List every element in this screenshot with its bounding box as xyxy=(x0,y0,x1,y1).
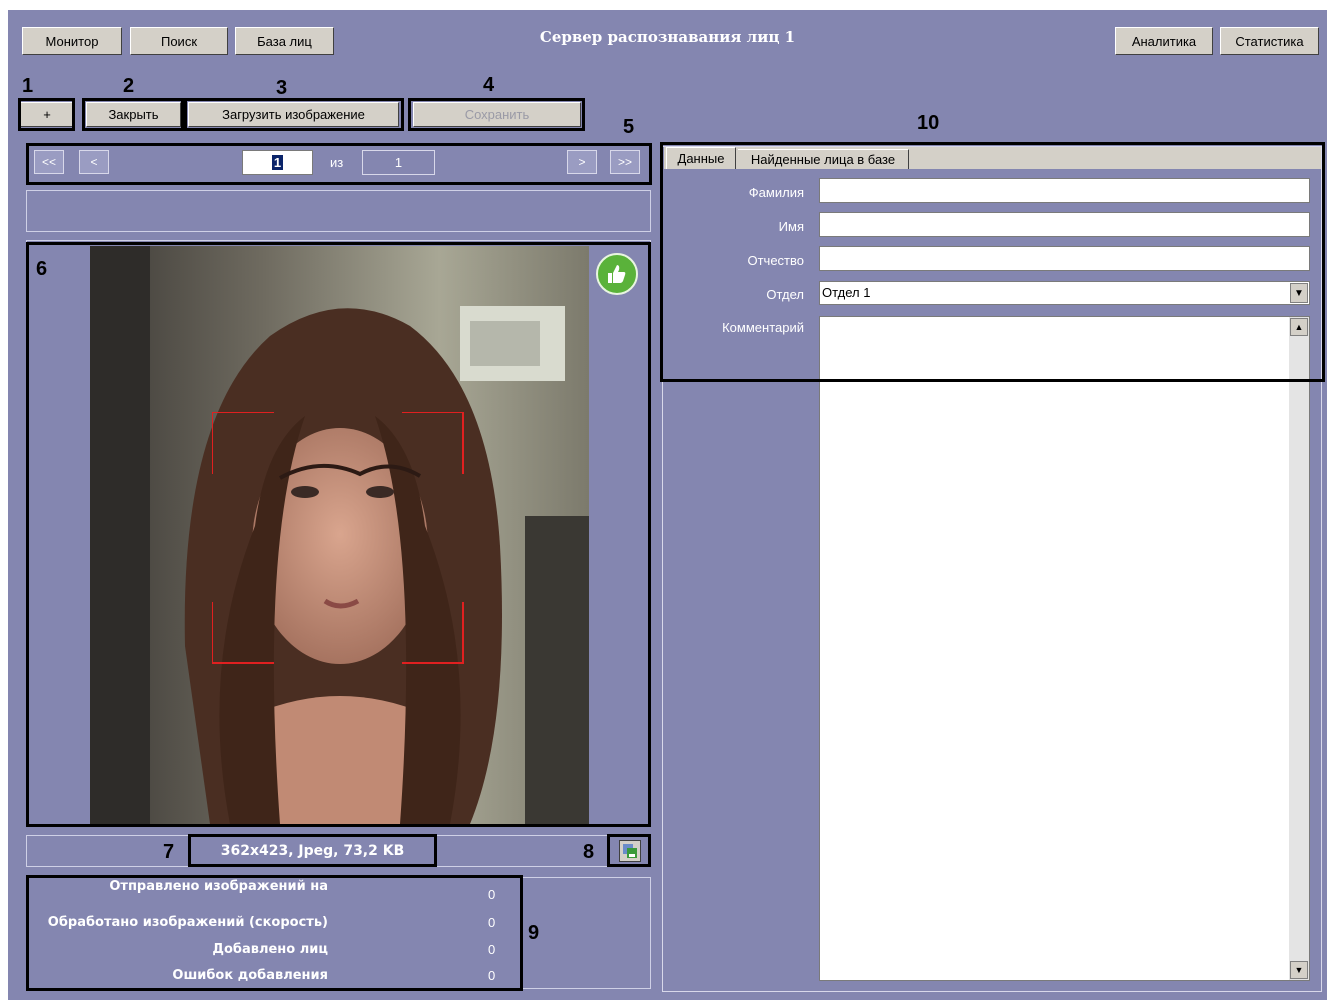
monitor-button[interactable]: Монитор xyxy=(22,27,122,55)
prev-page-button[interactable]: < xyxy=(79,150,109,174)
callout-box-1 xyxy=(18,98,75,131)
image-info-text: 362x423, Jpeg, 73,2 KB xyxy=(188,834,437,867)
facebase-button[interactable]: База лиц xyxy=(235,27,334,55)
stat-label-errors: Ошибок добавления xyxy=(172,968,328,983)
callout-7: 7 xyxy=(163,841,175,863)
stat-label-sent: Отправлено изображений на xyxy=(109,879,328,894)
callout-box-10 xyxy=(660,142,1325,382)
total-pages-display: 1 xyxy=(362,150,435,175)
save-image-icon[interactable] xyxy=(619,840,641,862)
scroll-down-icon[interactable]: ▼ xyxy=(1290,961,1308,979)
stat-label-added: Добавлено лиц xyxy=(212,942,328,957)
callout-5: 5 xyxy=(623,116,635,138)
stat-value-added: 0 xyxy=(488,942,496,957)
next-page-button[interactable]: > xyxy=(567,150,597,174)
pager-of-label: из xyxy=(330,155,344,170)
callout-10: 10 xyxy=(917,112,940,134)
stat-value-errors: 0 xyxy=(488,968,496,983)
app-window: Сервер распознавания лиц 1 Монитор Поиск… xyxy=(8,10,1327,1000)
comment-scrollbar[interactable]: ▲ ▼ xyxy=(1289,317,1309,980)
analytics-button[interactable]: Аналитика xyxy=(1115,27,1213,55)
comment-field[interactable]: ▲ ▼ xyxy=(819,316,1310,981)
current-page-field[interactable]: 1 xyxy=(242,150,313,175)
callout-box-6 xyxy=(26,242,651,827)
search-button[interactable]: Поиск xyxy=(130,27,228,55)
last-page-button[interactable]: >> xyxy=(610,150,640,174)
stat-label-processed: Обработано изображений (скорость) xyxy=(47,915,328,930)
callout-8: 8 xyxy=(583,841,595,863)
callout-2: 2 xyxy=(123,75,135,97)
current-page-value: 1 xyxy=(271,155,284,170)
callout-3: 3 xyxy=(276,77,288,99)
stat-value-processed: 0 xyxy=(488,915,496,930)
callout-box-2 xyxy=(82,98,184,131)
image-name-bar xyxy=(26,190,651,232)
callout-box-4 xyxy=(408,98,585,131)
callout-4: 4 xyxy=(483,74,495,96)
stat-value-sent: 0 xyxy=(488,887,496,902)
callout-6: 6 xyxy=(36,258,48,280)
callout-1: 1 xyxy=(22,75,34,97)
first-page-button[interactable]: << xyxy=(34,150,64,174)
callout-box-3 xyxy=(184,98,404,131)
statistics-button[interactable]: Статистика xyxy=(1220,27,1319,55)
callout-9: 9 xyxy=(528,922,540,944)
